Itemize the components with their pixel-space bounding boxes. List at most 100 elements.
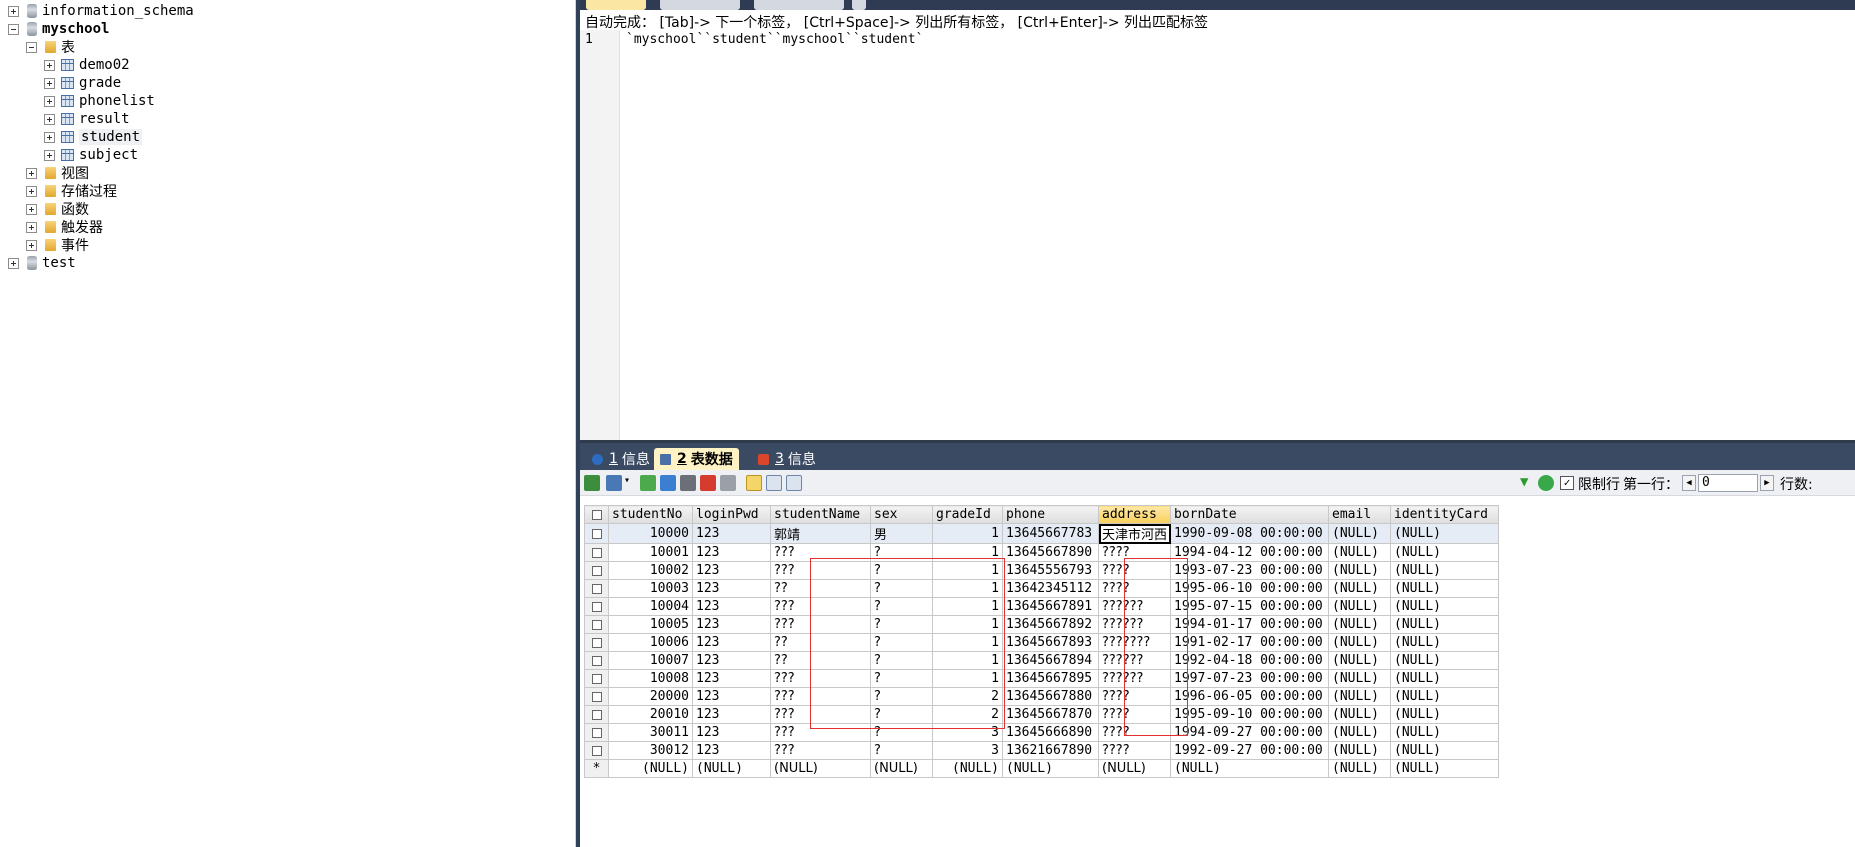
table-row[interactable]: 10003 123??? 1 13642345112???? 1995-06-10 00…	[584, 579, 1500, 598]
cell-phone[interactable]: 13645667891	[1002, 597, 1099, 616]
cell-identityCard[interactable]: (NULL)	[1390, 705, 1500, 724]
cell-phone[interactable]: 13645667880	[1002, 687, 1099, 706]
cell-gradeId[interactable]: 1	[932, 523, 1003, 544]
dropdown-arrow-icon[interactable]: ▾	[624, 475, 632, 491]
expand-icon[interactable]	[26, 167, 37, 179]
grid-view-icon[interactable]	[746, 475, 762, 491]
tab-history[interactable]	[660, 0, 740, 10]
cell-bornDate[interactable]: 1992-09-27 00:00:00	[1170, 741, 1330, 760]
tab-table-data[interactable]: 2 表数据	[654, 448, 739, 470]
tree-node-table[interactable]: student	[44, 128, 143, 146]
cell-email[interactable]: (NULL)	[1328, 723, 1392, 742]
cell-studentName[interactable]: ???	[770, 741, 871, 760]
cell-email[interactable]: (NULL)	[1328, 597, 1392, 616]
cell-phone[interactable]: (NULL)	[1002, 759, 1099, 778]
reset-filter-icon[interactable]	[1538, 475, 1554, 491]
cell-phone[interactable]: 13645667893	[1002, 633, 1099, 652]
cell-loginPwd[interactable]: 123	[692, 687, 771, 706]
cell-studentNo[interactable]: 20010	[608, 705, 693, 724]
cell-loginPwd[interactable]: 123	[692, 543, 771, 562]
form-view-icon[interactable]	[766, 475, 782, 491]
cell-phone[interactable]: 13645667890	[1002, 543, 1099, 562]
cell-loginPwd[interactable]: (NULL)	[692, 759, 771, 778]
cell-bornDate[interactable]: 1994-09-27 00:00:00	[1170, 723, 1330, 742]
select-all-checkbox[interactable]	[584, 505, 609, 524]
cell-email[interactable]: (NULL)	[1328, 615, 1392, 634]
cell-email[interactable]: (NULL)	[1328, 705, 1392, 724]
insert-row-icon[interactable]	[584, 475, 600, 491]
cell-loginPwd[interactable]: 123	[692, 669, 771, 688]
limit-rows-checkbox[interactable]: ✓	[1560, 476, 1574, 490]
column-header-studentNo[interactable]: studentNo	[608, 505, 693, 524]
row-checkbox[interactable]	[584, 579, 609, 598]
expand-icon[interactable]	[26, 239, 37, 251]
cell-identityCard[interactable]: (NULL)	[1390, 741, 1500, 760]
column-header-gradeId[interactable]: gradeId	[932, 505, 1003, 524]
expand-icon[interactable]	[26, 221, 37, 233]
tree-node-db[interactable]: myschool	[8, 20, 109, 38]
row-checkbox[interactable]	[584, 687, 609, 706]
tree-node-folder[interactable]: 触发器	[26, 218, 103, 236]
cell-studentName[interactable]: (NULL)	[770, 759, 871, 778]
tab-info-1[interactable]: 1 信息	[586, 448, 656, 470]
cell-gradeId[interactable]: (NULL)	[932, 759, 1003, 778]
cell-email[interactable]: (NULL)	[1328, 579, 1392, 598]
cell-studentNo[interactable]: 30011	[608, 723, 693, 742]
cell-loginPwd[interactable]: 123	[692, 741, 771, 760]
cell-bornDate[interactable]: 1995-06-10 00:00:00	[1170, 579, 1330, 598]
column-header-sex[interactable]: sex	[870, 505, 933, 524]
sql-editor[interactable]: 自动完成： [Tab]-> 下一个标签， [Ctrl+Space]-> 列出所有…	[580, 10, 1855, 440]
expand-icon[interactable]	[44, 113, 55, 125]
collapse-icon[interactable]	[26, 41, 37, 53]
column-header-address[interactable]: address	[1097, 505, 1172, 524]
cell-phone[interactable]: 13645556793	[1002, 561, 1099, 580]
cell-studentName[interactable]: 郭靖	[770, 523, 871, 544]
add-row-icon[interactable]	[640, 475, 656, 491]
table-row[interactable]: 10008 123???? 1 13645667895?????? 1997-07-23…	[584, 669, 1500, 688]
cell-studentNo[interactable]: 30012	[608, 741, 693, 760]
cell-gradeId[interactable]: 3	[932, 741, 1003, 760]
cell-loginPwd[interactable]: 123	[692, 561, 771, 580]
table-row[interactable]: 10005 123???? 1 13645667892?????? 1994-01-17…	[584, 615, 1500, 634]
row-checkbox[interactable]	[584, 615, 609, 634]
cell-studentNo[interactable]: 10007	[608, 651, 693, 670]
cell-bornDate[interactable]: 1990-09-08 00:00:00	[1170, 523, 1330, 544]
expand-icon[interactable]	[26, 185, 37, 197]
cell-identityCard[interactable]: (NULL)	[1390, 633, 1500, 652]
query-text[interactable]: `myschool``student``myschool``student`	[626, 32, 923, 47]
cell-identityCard[interactable]: (NULL)	[1390, 687, 1500, 706]
cell-email[interactable]: (NULL)	[1328, 759, 1392, 778]
cell-loginPwd[interactable]: 123	[692, 597, 771, 616]
cell-identityCard[interactable]: (NULL)	[1390, 651, 1500, 670]
cell-sex[interactable]: ?	[870, 741, 933, 760]
cell-address[interactable]: 天津市河西	[1097, 523, 1172, 544]
tree-node-table[interactable]: demo02	[44, 56, 130, 74]
table-row[interactable]: 10004 123???? 1 13645667891?????? 1995-07-15…	[584, 597, 1500, 616]
cell-address[interactable]: ????	[1097, 741, 1172, 760]
cell-phone[interactable]: 13645667870	[1002, 705, 1099, 724]
cell-bornDate[interactable]: 1993-07-23 00:00:00	[1170, 561, 1330, 580]
cell-phone[interactable]: 13645667894	[1002, 651, 1099, 670]
cell-email[interactable]: (NULL)	[1328, 523, 1392, 544]
cell-email[interactable]: (NULL)	[1328, 669, 1392, 688]
cell-studentNo[interactable]: 10000	[608, 523, 693, 544]
table-row[interactable]: 10001 123???? 1 13645667890???? 1994-04-12 0…	[584, 543, 1500, 562]
cell-bornDate[interactable]: 1994-04-12 00:00:00	[1170, 543, 1330, 562]
cell-studentNo[interactable]: (NULL)	[608, 759, 693, 778]
cell-bornDate[interactable]: 1995-09-10 00:00:00	[1170, 705, 1330, 724]
row-checkbox[interactable]	[584, 741, 609, 760]
cell-identityCard[interactable]: (NULL)	[1390, 597, 1500, 616]
tree-node-folder[interactable]: 事件	[26, 236, 89, 254]
row-checkbox[interactable]	[584, 723, 609, 742]
row-checkbox[interactable]	[584, 651, 609, 670]
cell-email[interactable]: (NULL)	[1328, 651, 1392, 670]
column-header-bornDate[interactable]: bornDate	[1170, 505, 1330, 524]
cell-bornDate[interactable]: 1997-07-23 00:00:00	[1170, 669, 1330, 688]
cell-identityCard[interactable]: (NULL)	[1390, 669, 1500, 688]
expand-icon[interactable]	[44, 95, 55, 107]
tree-node-folder[interactable]: 视图	[26, 164, 89, 182]
table-row[interactable]: 10000 123 郭靖男 1 13645667783 天津市河西 1990-09-08 0…	[584, 523, 1500, 544]
table-row[interactable]: 10007 123??? 1 13645667894?????? 1992-04-18 …	[584, 651, 1500, 670]
expand-icon[interactable]	[44, 59, 55, 71]
column-header-email[interactable]: email	[1328, 505, 1392, 524]
